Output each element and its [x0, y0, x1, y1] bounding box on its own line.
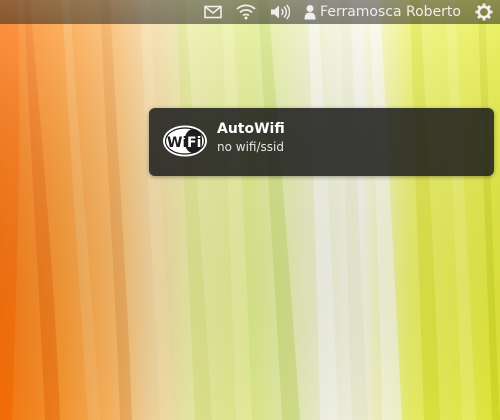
user-name-label: Ferramosca Roberto — [320, 4, 461, 20]
notification-bubble[interactable]: Wi Fi AutoWifi no wifi/ssid — [149, 108, 494, 176]
gear-icon — [475, 3, 493, 21]
top-panel: Ferramosca Roberto — [0, 0, 500, 24]
svg-text:Fi: Fi — [187, 135, 201, 151]
wifi-logo-icon: Wi Fi — [162, 124, 208, 158]
session-menu[interactable] — [468, 0, 500, 24]
notification-body: no wifi/ssid — [217, 140, 284, 154]
messaging-indicator[interactable] — [197, 0, 229, 24]
volume-icon — [270, 4, 291, 20]
sound-indicator[interactable] — [263, 0, 297, 24]
network-indicator[interactable] — [229, 0, 263, 24]
svg-text:Wi: Wi — [167, 135, 187, 151]
desktop-wallpaper — [0, 0, 500, 420]
notification-title: AutoWifi — [217, 121, 285, 137]
user-icon — [304, 4, 316, 20]
user-menu[interactable]: Ferramosca Roberto — [297, 0, 468, 24]
mail-icon — [204, 5, 222, 19]
wifi-icon — [236, 4, 256, 20]
